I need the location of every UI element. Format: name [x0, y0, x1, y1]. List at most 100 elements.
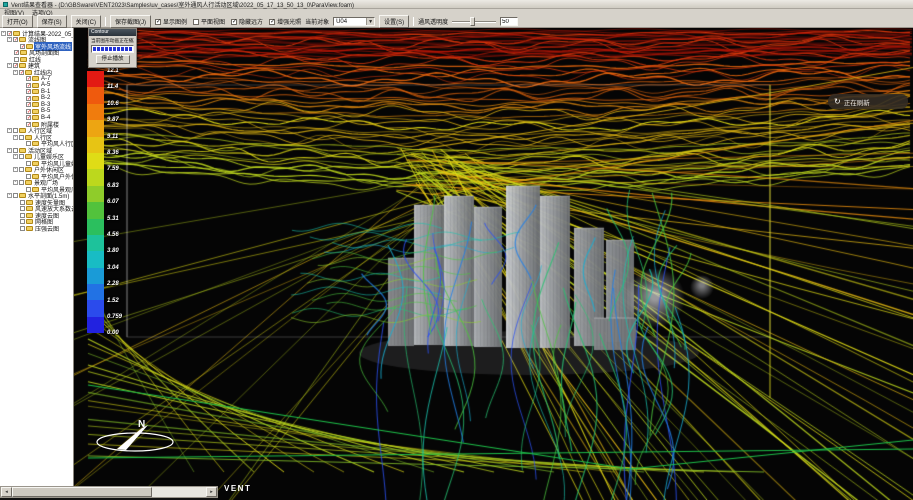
toolbar-checkbox-0[interactable]: ✓显示图例 [155, 17, 187, 26]
legend-tick-value: 12.1 [107, 68, 119, 74]
save-button[interactable]: 保存(S) [37, 15, 67, 28]
checkbox-icon[interactable] [193, 19, 199, 25]
tree-checkbox[interactable]: ✓ [26, 76, 31, 81]
viewport-3d[interactable]: 12.111.410.69.879.118.367.596.836.075.31… [74, 28, 913, 500]
streamline-scene-canvas[interactable] [74, 28, 913, 500]
checkbox-icon[interactable]: ✓ [155, 19, 161, 25]
tree-checkbox[interactable]: ✓ [7, 31, 12, 36]
folder-icon [25, 70, 32, 75]
tree-checkbox[interactable] [20, 200, 25, 205]
checkbox-icon[interactable]: ✓ [269, 19, 275, 25]
stop-playback-button[interactable]: 停止播放 [96, 55, 130, 64]
window-title: Vent结果查看器 - (D:\GBSware\VENT2023\Samples… [11, 0, 354, 9]
toolbar-checkbox-1[interactable]: 平面视图 [193, 17, 225, 26]
legend-tick-value: 3.04 [107, 265, 119, 271]
legend-color-band [87, 202, 104, 218]
tree-checkbox[interactable] [26, 174, 31, 179]
toolbar: 打开(O) 保存(S) 关闭(C) 保存截图(J) ✓显示图例平面视图✓隐藏远方… [0, 16, 913, 28]
tree-checkbox[interactable]: ✓ [26, 115, 31, 120]
scroll-right-icon[interactable]: ▸ [206, 487, 217, 497]
tree-item-label[interactable]: A-7 [40, 76, 51, 82]
expand-icon[interactable]: - [13, 180, 18, 185]
tree-checkbox[interactable] [26, 161, 31, 166]
tree-hscrollbar[interactable]: ◂ ▸ [0, 486, 218, 498]
expand-icon[interactable]: - [7, 193, 12, 198]
legend-tick-value: 9.87 [107, 117, 119, 123]
tree-checkbox[interactable]: ✓ [26, 89, 31, 94]
expand-icon[interactable]: - [7, 128, 12, 133]
legend-color-band [87, 120, 104, 136]
close-button[interactable]: 关闭(C) [71, 15, 101, 28]
tree-checkbox[interactable] [20, 213, 25, 218]
toolbar-separator [105, 17, 106, 26]
legend-color-band [87, 137, 104, 153]
slider-thumb[interactable] [470, 17, 475, 26]
tree-checkbox[interactable]: ✓ [20, 44, 25, 49]
folder-icon [19, 148, 26, 153]
tree-item-label[interactable]: B-3 [40, 102, 51, 108]
checkbox-label: 隐藏远方 [239, 17, 263, 26]
current-object-dropdown[interactable]: U04 ▼ [333, 17, 375, 26]
settings-button[interactable]: 设置(S) [379, 15, 409, 28]
toolbar-separator [413, 17, 414, 26]
tree-item-label[interactable]: A-5 [40, 82, 51, 88]
expand-icon[interactable]: - [13, 167, 18, 172]
tree-checkbox[interactable]: ✓ [26, 96, 31, 101]
expand-icon[interactable]: - [7, 148, 12, 153]
expand-icon[interactable]: - [7, 37, 12, 42]
tree-checkbox[interactable] [19, 135, 24, 140]
refresh-status-text: 正在刷新 [844, 97, 870, 107]
tree-checkbox[interactable]: ✓ [26, 102, 31, 107]
tree-checkbox[interactable]: ✓ [13, 37, 18, 42]
tree-checkbox[interactable] [13, 193, 18, 198]
tree-checkbox[interactable]: ✓ [14, 50, 19, 55]
folder-icon [32, 109, 39, 114]
scroll-left-icon[interactable]: ◂ [1, 487, 12, 497]
save-screenshot-button[interactable]: 保存截图(J) [110, 15, 151, 28]
tree-checkbox[interactable] [20, 206, 25, 211]
tree-checkbox[interactable]: ✓ [26, 83, 31, 88]
tree-checkbox[interactable] [19, 180, 24, 185]
opacity-input[interactable] [500, 17, 518, 26]
tree-checkbox[interactable] [19, 167, 24, 172]
scrollbar-track[interactable] [152, 487, 206, 497]
checkbox-icon[interactable]: ✓ [231, 19, 237, 25]
tree-item[interactable]: 压强云图 [1, 225, 73, 232]
legend-color-band [87, 104, 104, 120]
tree-item-label[interactable]: 压强云图 [34, 224, 60, 233]
opacity-slider[interactable] [452, 17, 496, 26]
expand-icon[interactable]: - [13, 135, 18, 140]
expand-icon[interactable]: - [13, 154, 18, 159]
legend-tick-value: 0.00 [107, 330, 119, 336]
expand-icon[interactable]: - [1, 31, 6, 36]
tree-checkbox[interactable] [20, 219, 25, 224]
tree-item-label[interactable]: B-5 [40, 108, 51, 114]
tree-checkbox[interactable]: ✓ [26, 109, 31, 114]
tree-checkbox[interactable] [19, 154, 24, 159]
tree-checkbox[interactable] [13, 128, 18, 133]
folder-icon [20, 50, 27, 55]
refreshing-status-pill[interactable]: ↻ 正在刷新 [828, 94, 908, 109]
tree-item-label[interactable]: B-1 [40, 89, 51, 95]
folder-icon [19, 63, 26, 68]
tree-checkbox[interactable] [20, 226, 25, 231]
legend-tick-value: 1.52 [107, 298, 119, 304]
legend-color-band [87, 284, 104, 300]
tree-checkbox[interactable] [14, 57, 19, 62]
tree-checkbox[interactable]: ✓ [13, 63, 18, 68]
chevron-down-icon[interactable]: ▼ [366, 18, 374, 25]
legend-tick-value: 10.6 [107, 101, 119, 107]
toolbar-checkbox-3[interactable]: ✓增强光照 [269, 17, 301, 26]
dialog-titlebar[interactable]: Contour [89, 29, 136, 36]
expand-icon[interactable]: - [13, 70, 18, 75]
scrollbar-thumb[interactable] [12, 487, 152, 497]
folder-icon [19, 37, 26, 42]
toolbar-checkbox-2[interactable]: ✓隐藏远方 [231, 17, 263, 26]
expand-icon[interactable]: - [7, 63, 12, 68]
checkbox-label: 平面视图 [201, 17, 225, 26]
tree-checkbox[interactable] [13, 148, 18, 153]
window-titlebar[interactable]: Vent结果查看器 - (D:\GBSware\VENT2023\Samples… [0, 0, 913, 9]
tree-checkbox[interactable]: ✓ [19, 70, 24, 75]
open-button[interactable]: 打开(O) [2, 15, 33, 28]
tree-item-label[interactable]: B-2 [40, 95, 51, 101]
